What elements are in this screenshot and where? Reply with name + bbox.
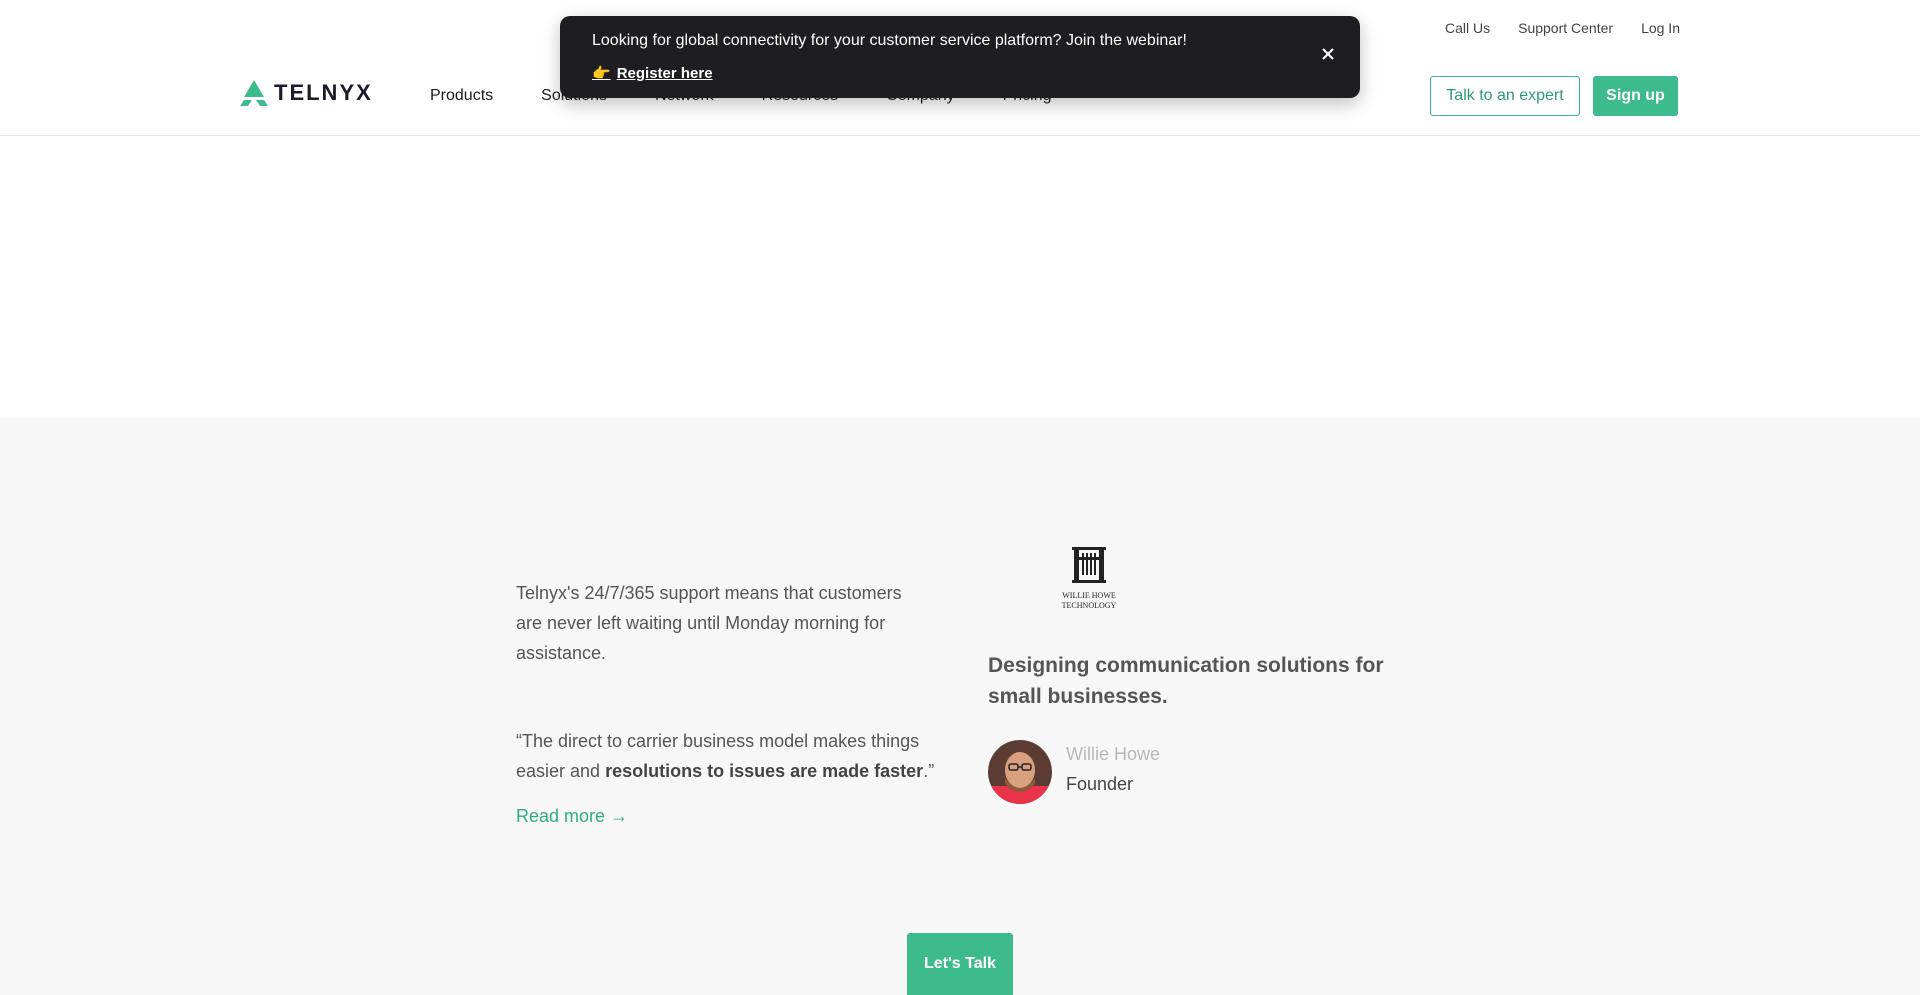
lets-talk-button[interactable]: Let's Talk	[907, 933, 1013, 995]
avatar-image	[988, 740, 1052, 804]
banner-text: Looking for global connectivity for your…	[592, 32, 1187, 49]
customer-quote: “The direct to carrier business model ma…	[516, 726, 936, 786]
webinar-banner: Looking for global connectivity for your…	[560, 16, 1360, 98]
company-logo-line2: TECHNOLOGY	[1062, 601, 1117, 610]
nav-products[interactable]: Products	[430, 87, 493, 105]
support-center-link[interactable]: Support Center	[1518, 20, 1613, 36]
company-tagline: Designing communication solutions for sm…	[988, 654, 1384, 708]
utility-nav: Call Us Support Center Log In	[1445, 20, 1680, 36]
logo-text: TELNYX	[274, 80, 373, 105]
support-intro-text: Telnyx's 24/7/365 support means that cus…	[516, 583, 902, 663]
register-link[interactable]: 👉 Register here	[592, 64, 713, 83]
willie-howe-technology-logo: WILLIE HOWE TECHNOLOGY	[1062, 547, 1117, 610]
register-link-label: Register here	[616, 64, 713, 82]
log-in-link[interactable]: Log In	[1641, 20, 1680, 36]
pointing-hand-icon: 👉	[592, 65, 611, 82]
person-role: Founder	[1066, 774, 1134, 794]
call-us-link[interactable]: Call Us	[1445, 20, 1490, 36]
close-icon[interactable]	[1320, 46, 1336, 62]
read-more-link[interactable]: Read more →	[516, 806, 628, 827]
telnyx-logo[interactable]: TELNYX	[240, 80, 373, 106]
telnyx-logo-icon	[240, 80, 268, 106]
quote-bold-text: resolutions to issues are made faster	[605, 761, 924, 781]
avatar	[988, 740, 1052, 804]
quote-close-text: .”	[923, 761, 935, 781]
person-name: Willie Howe	[1066, 744, 1161, 764]
company-logo-line1: WILLIE HOWE	[1062, 591, 1116, 600]
testimonial-section	[0, 418, 1920, 995]
talk-to-expert-button[interactable]: Talk to an expert	[1430, 76, 1580, 116]
sign-up-button[interactable]: Sign up	[1593, 76, 1678, 116]
